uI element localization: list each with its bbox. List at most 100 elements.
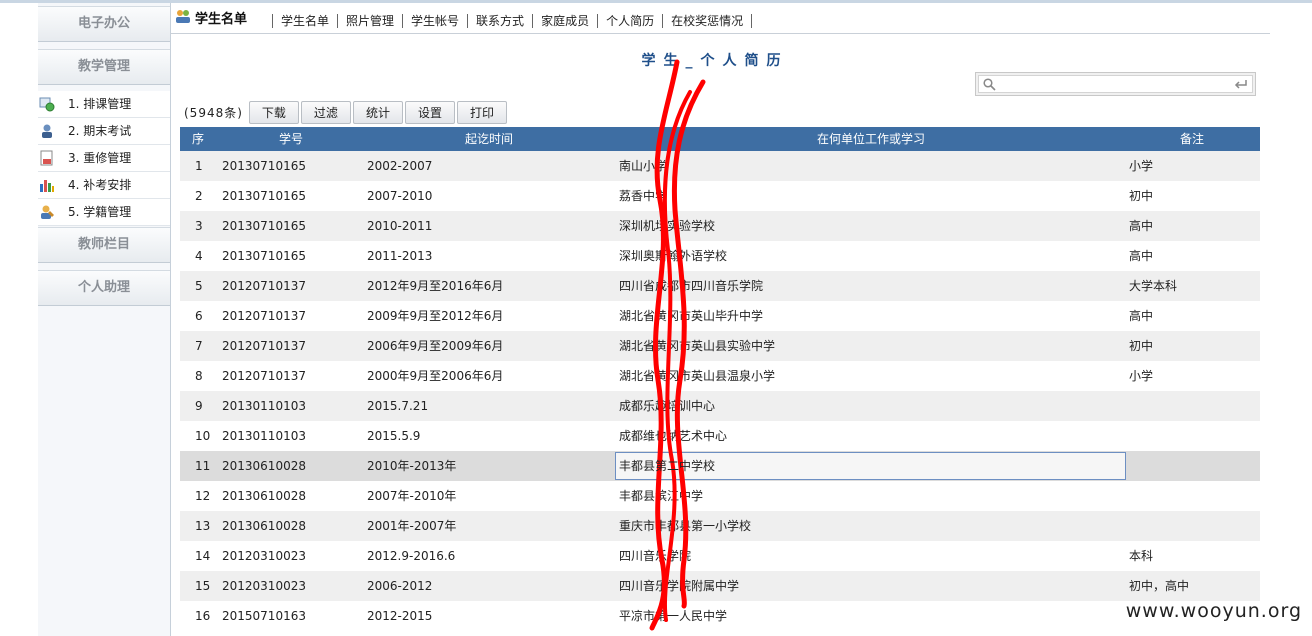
cell-period: 2012-2015 [367,609,433,623]
table-row[interactable]: 15 20120310023 2006-2012 四川音乐学院附属中学 初中，高中 [180,571,1260,601]
cell-student-id: 20130710165 [222,189,306,203]
student-icon [41,205,54,219]
document-icon [40,150,53,166]
sidebar-section-teacher[interactable]: 教师栏目 [38,227,170,263]
column-header-student-id[interactable]: 学号 [279,127,303,151]
sidebar-item-label: 4. 补考安排 [68,178,132,192]
tab-awards[interactable]: 在校奖惩情况 [662,14,753,28]
cell-student-id: 20120710137 [222,369,306,383]
cell-unit: 南山小学 [619,159,668,173]
sidebar-item-scheduling[interactable]: 1. 排课管理 [38,91,170,118]
cell-note: 小学 [1129,369,1154,383]
table-row[interactable]: 8 20120710137 2000年9月至2006年6月 湖北省黄冈市英山县温泉小学… [180,361,1260,391]
sidebar-item-retake[interactable]: 3. 重修管理 [38,145,170,172]
tab-photo-management[interactable]: 照片管理 [337,14,402,28]
cell-note: 高中 [1129,249,1154,263]
table-row[interactable]: 14 20120310023 2012.9-2016.6 四川音乐学院 本科 [180,541,1260,571]
cell-student-id: 20130710165 [222,159,306,173]
table-row[interactable]: 12 20130610028 2007年-2010年 丰都县滨江中学 [180,481,1260,511]
cell-no: 14 [195,549,211,563]
cell-note: 高中 [1129,219,1154,233]
sidebar-item-final-exam[interactable]: 2. 期末考试 [38,118,170,145]
cell-period: 2015.5.9 [367,429,421,443]
cell-student-id: 20130710165 [222,249,306,263]
table-row[interactable]: 2 20130710165 2007-2010 荔香中学 初中 [180,181,1260,211]
cell-no: 16 [195,609,211,623]
download-button[interactable]: 下载 [248,101,299,124]
table-row[interactable]: 13 20130610028 2001年-2007年 重庆市丰都县第一小学校 [180,511,1260,541]
cell-no: 7 [195,339,203,353]
table-row[interactable]: 7 20120710137 2006年9月至2009年6月 湖北省黄冈市英山县实验中学… [180,331,1260,361]
cell-no: 5 [195,279,203,293]
cell-note: 初中 [1129,189,1154,203]
tab-family[interactable]: 家庭成员 [532,14,597,28]
cell-no: 2 [195,189,203,203]
toolbar: (5948条) 下载 过滤 统计 设置 打印 [184,100,509,125]
cell-period: 2007年-2010年 [367,489,457,503]
sidebar-item-makeup-exam[interactable]: 4. 补考安排 [38,172,170,199]
print-button[interactable]: 打印 [456,101,507,124]
settings-button[interactable]: 设置 [404,101,455,124]
cell-period: 2001年-2007年 [367,519,457,533]
cell-note: 本科 [1129,549,1154,563]
sidebar-item-label: 2. 期末考试 [68,124,132,138]
cell-unit: 湖北省黄冈市英山毕升中学 [619,309,764,323]
page-title: 学生名单 [195,12,248,27]
table-row[interactable]: 9 20130110103 2015.7.21 成都乐趣培训中心 [180,391,1260,421]
cell-period: 2012年9月至2016年6月 [367,279,504,293]
main-header: 学生名单 学生名单 照片管理 学生帐号 联系方式 家庭成员 个人简历 在校奖惩情… [170,3,1270,34]
column-header-no[interactable]: 序 [192,127,204,151]
watermark: www.wooyun.org [1125,600,1302,622]
search-input[interactable] [1001,76,1225,94]
search-icon [983,78,996,91]
cell-student-id: 20150710163 [222,609,306,623]
cell-no: 6 [195,309,203,323]
cell-student-id: 20120310023 [222,549,306,563]
cell-period: 2007-2010 [367,189,433,203]
sidebar-section-teaching[interactable]: 教学管理 [38,49,170,85]
table-body: 1 20130710165 2002-2007 南山小学 小学 2 20130710165 2… [180,151,1260,631]
cell-student-id: 20120710137 [222,279,306,293]
enter-icon[interactable] [1234,79,1248,90]
table-row[interactable]: 3 20130710165 2010-2011 深圳机场实验学校 高中 [180,211,1260,241]
cell-no: 13 [195,519,211,533]
sidebar-section-office[interactable]: 电子办公 [38,6,170,42]
column-header-period[interactable]: 起讫时间 [465,127,513,151]
sidebar-item-student-records[interactable]: 5. 学籍管理 [38,199,170,226]
schedule-icon [39,97,55,112]
cell-period: 2010年-2013年 [367,459,457,473]
sidebar: 电子办公 教学管理 1. 排课管理 2. 期末考试 3. 重修管理 4. 补考安… [38,3,171,636]
cell-unit: 深圳机场实验学校 [619,219,716,233]
cell-period: 2009年9月至2012年6月 [367,309,504,323]
table-row[interactable]: 11 20130610028 2010年-2013年 丰都县第二中学校 [180,451,1260,481]
table-row[interactable]: 16 20150710163 2012-2015 平凉市第一人民中学 [180,601,1260,631]
cell-no: 11 [195,459,211,473]
record-count: (5948条) [184,106,243,120]
table-row[interactable]: 6 20120710137 2009年9月至2012年6月 湖北省黄冈市英山毕升中学 高… [180,301,1260,331]
filter-button[interactable]: 过滤 [300,101,351,124]
cell-note: 小学 [1129,159,1154,173]
sidebar-section-assistant[interactable]: 个人助理 [38,270,170,306]
column-header-unit[interactable]: 在何单位工作或学习 [817,127,925,151]
tab-student-account[interactable]: 学生帐号 [402,14,467,28]
cell-unit: 湖北省黄冈市英山县温泉小学 [619,369,776,383]
statistics-button[interactable]: 统计 [352,101,403,124]
sidebar-item-label: 5. 学籍管理 [68,205,132,219]
exam-icon [42,124,52,138]
cell-unit: 成都维也纳艺术中心 [619,429,728,443]
cell-note: 大学本科 [1129,279,1178,293]
table-row[interactable]: 1 20130710165 2002-2007 南山小学 小学 [180,151,1260,181]
cell-unit: 荔香中学 [619,189,668,203]
table-row[interactable]: 10 20130110103 2015.5.9 成都维也纳艺术中心 [180,421,1260,451]
column-header-note[interactable]: 备注 [1180,127,1204,151]
table-row[interactable]: 5 20120710137 2012年9月至2016年6月 四川省成都市四川音乐学院 大… [180,271,1260,301]
cell-no: 10 [195,429,211,443]
cell-note: 初中 [1129,339,1154,353]
search-box [975,72,1256,96]
cell-period: 2006年9月至2009年6月 [367,339,504,353]
tab-student-list[interactable]: 学生名单 [272,14,337,28]
table-row[interactable]: 4 20130710165 2011-2013 深圳奥斯翰外语学校 高中 [180,241,1260,271]
tab-contact[interactable]: 联系方式 [467,14,532,28]
tab-resume[interactable]: 个人简历 [597,14,662,28]
users-icon [176,10,190,23]
